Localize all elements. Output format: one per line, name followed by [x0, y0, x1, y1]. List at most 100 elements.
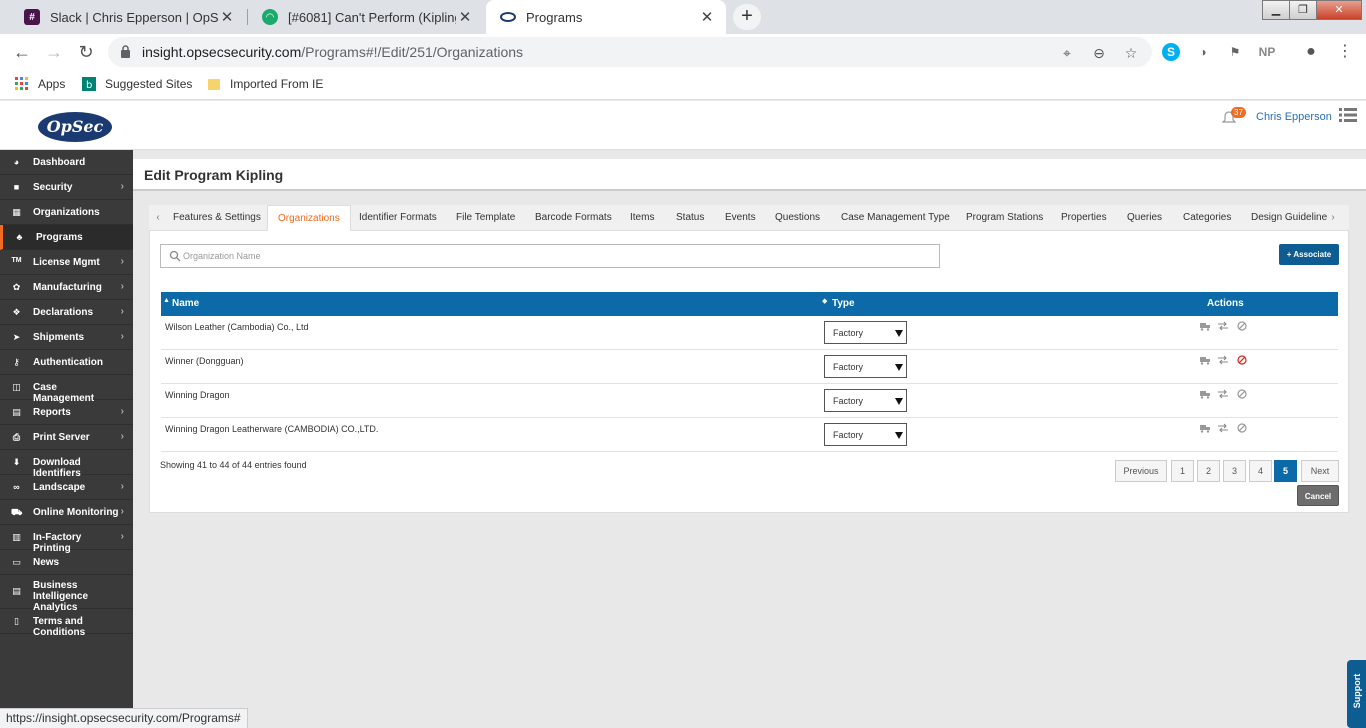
support-tab[interactable]: Support — [1347, 660, 1366, 728]
close-tab-icon[interactable]: ✕ — [218, 8, 236, 26]
sidebar-item-in-factory-printing[interactable]: ▥ In-Factory Printing › — [0, 525, 133, 554]
sidebar-item-programs[interactable]: ♣ Programs — [0, 225, 133, 250]
zoom-icon[interactable]: ⊖ — [1090, 44, 1108, 62]
tab-program-stations[interactable]: Program Stations — [966, 205, 1043, 231]
truck-icon[interactable] — [1200, 389, 1210, 399]
maximize-icon[interactable]: ❐ — [1289, 0, 1317, 20]
tab-categories[interactable]: Categories — [1183, 205, 1231, 231]
list-menu-icon[interactable] — [1339, 107, 1357, 123]
sidebar-item-business-intelligence-analytics[interactable]: ▤ Business Intelligence Analytics — [0, 575, 133, 613]
truck-icon[interactable] — [1200, 423, 1210, 433]
back-icon[interactable]: ← — [10, 40, 34, 64]
forward-icon[interactable]: → — [42, 40, 66, 64]
truck-icon[interactable] — [1200, 355, 1210, 365]
sidebar-item-dashboard[interactable]: ◕ Dashboard — [0, 150, 133, 175]
sidebar-item-print-server[interactable]: ⎙ Print Server › — [0, 425, 133, 450]
tab-barcode-formats[interactable]: Barcode Formats — [535, 205, 612, 231]
bookmark-star-icon[interactable]: ☆ — [1122, 44, 1140, 62]
sidebar-item-terms-and-conditions[interactable]: ▯ Terms and Conditions — [0, 609, 133, 638]
pagination-previous[interactable]: Previous — [1115, 460, 1167, 482]
sidebar-item-authentication[interactable]: ⚷ Authentication — [0, 350, 133, 375]
bookmark-suggested-sites[interactable]: b Suggested Sites — [82, 77, 192, 91]
browser-tab-slack[interactable]: # Slack | Chris Epperson | OpSec ✕ — [10, 0, 246, 34]
associate-button[interactable]: + Associate — [1279, 244, 1339, 265]
sidebar-item-download-identifiers[interactable]: ⬇ Download Identifiers — [0, 450, 133, 479]
organization-type-select[interactable]: Factory — [824, 389, 907, 412]
tab-queries[interactable]: Queries — [1127, 205, 1162, 231]
cancel-button[interactable]: Cancel — [1297, 485, 1339, 506]
pagination-page-3[interactable]: 3 — [1223, 460, 1246, 482]
sidebar-item-news[interactable]: ▭ News — [0, 550, 133, 575]
skype-icon[interactable]: S — [1162, 43, 1180, 61]
exchange-icon[interactable] — [1218, 423, 1228, 433]
sidebar-item-license-mgmt[interactable]: TM License Mgmt › — [0, 250, 133, 275]
exchange-icon[interactable] — [1218, 321, 1228, 331]
address-bar[interactable]: insight.opsecsecurity.com/Programs#!/Edi… — [108, 37, 1152, 67]
tab-questions[interactable]: Questions — [775, 205, 820, 231]
tab-events[interactable]: Events — [725, 205, 756, 231]
column-header-type[interactable]: Type — [832, 298, 855, 309]
select-value: Factory — [833, 362, 864, 372]
ban-icon[interactable] — [1237, 389, 1247, 399]
sidebar-item-online-monitoring[interactable]: ⛟ Online Monitoring › — [0, 500, 133, 525]
truck-icon[interactable] — [1200, 321, 1210, 331]
pagination-next[interactable]: Next — [1301, 460, 1339, 482]
tabs-scroll-left-icon[interactable]: ‹ — [152, 205, 164, 231]
bookmark-imported-from-ie[interactable]: Imported From IE — [207, 77, 323, 91]
circle-icon[interactable]: ◑ — [1194, 43, 1212, 61]
minimize-icon[interactable]: ▁ — [1262, 0, 1290, 20]
more-menu-icon[interactable]: ⋮ — [1336, 43, 1354, 61]
profile-icon[interactable]: ● — [1302, 43, 1320, 61]
user-name-link[interactable]: Chris Epperson — [1256, 111, 1332, 123]
tab-properties[interactable]: Properties — [1061, 205, 1107, 231]
tab-design-guideline[interactable]: Design Guideline — [1251, 205, 1327, 231]
tab-features-settings[interactable]: Features & Settings — [173, 205, 261, 231]
organization-type-select[interactable]: Factory — [824, 321, 907, 344]
ban-icon[interactable] — [1237, 321, 1247, 331]
notification-badge[interactable]: 37 — [1231, 107, 1246, 118]
sidebar-item-declarations[interactable]: ❖ Declarations › — [0, 300, 133, 325]
sidebar-item-shipments[interactable]: ➤ Shipments › — [0, 325, 133, 350]
np-extension-icon[interactable]: NP — [1256, 43, 1278, 61]
organization-search-input[interactable] — [183, 247, 923, 265]
tab-organizations[interactable]: Organizations — [267, 205, 351, 231]
sidebar-item-landscape[interactable]: ∞ Landscape › — [0, 475, 133, 500]
pagination-page-4[interactable]: 4 — [1249, 460, 1272, 482]
organization-type-select[interactable]: Factory — [824, 355, 907, 378]
exchange-icon[interactable] — [1218, 389, 1228, 399]
tab-identifier-formats[interactable]: Identifier Formats — [359, 205, 437, 231]
flag-icon[interactable]: ⚑ — [1226, 43, 1244, 61]
ban-icon[interactable] — [1237, 355, 1247, 365]
pagination-page-1[interactable]: 1 — [1171, 460, 1194, 482]
tab-case-management-type[interactable]: Case Management Type — [841, 205, 950, 231]
sort-icon[interactable]: ◆ — [822, 297, 827, 305]
bookmark-apps[interactable]: Apps — [15, 77, 65, 91]
ban-icon[interactable] — [1237, 423, 1247, 433]
exchange-icon[interactable] — [1218, 355, 1228, 365]
tabs-scroll-right-icon[interactable]: › — [1327, 205, 1339, 231]
sidebar-item-reports[interactable]: ▤ Reports › — [0, 400, 133, 425]
sidebar-item-security[interactable]: ■ Security › — [0, 175, 133, 200]
browser-tab-ticket[interactable]: ◠ [#6081] Can't Perform (Kipling) U ✕ — [248, 0, 484, 34]
tab-file-template[interactable]: File Template — [456, 205, 515, 231]
close-tab-icon[interactable]: ✕ — [698, 8, 716, 26]
opsec-logo[interactable]: OpSec — [38, 112, 112, 142]
tab-items[interactable]: Items — [630, 205, 654, 231]
sort-asc-icon[interactable]: ▲ — [163, 297, 170, 304]
close-window-icon[interactable]: ✕ — [1316, 0, 1362, 20]
tab-status[interactable]: Status — [676, 205, 704, 231]
close-tab-icon[interactable]: ✕ — [456, 8, 474, 26]
new-tab-button[interactable]: + — [733, 4, 761, 30]
pagination-page-5[interactable]: 5 — [1274, 460, 1297, 482]
browser-tab-programs[interactable]: Programs ✕ — [486, 0, 726, 34]
pagination-page-2[interactable]: 2 — [1197, 460, 1220, 482]
sidebar-item-case-management[interactable]: ◫ Case Management — [0, 375, 133, 404]
sidebar-item-organizations[interactable]: ▦ Organizations — [0, 200, 133, 225]
location-icon[interactable]: ⌖ — [1058, 44, 1076, 62]
organization-type-select[interactable]: Factory — [824, 423, 907, 446]
sidebar-item-manufacturing[interactable]: ✿ Manufacturing › — [0, 275, 133, 300]
reload-icon[interactable]: ↻ — [74, 40, 98, 64]
printer-icon: ⎙ — [12, 431, 21, 442]
column-header-name[interactable]: Name — [172, 298, 199, 309]
select-value: Factory — [833, 396, 864, 406]
